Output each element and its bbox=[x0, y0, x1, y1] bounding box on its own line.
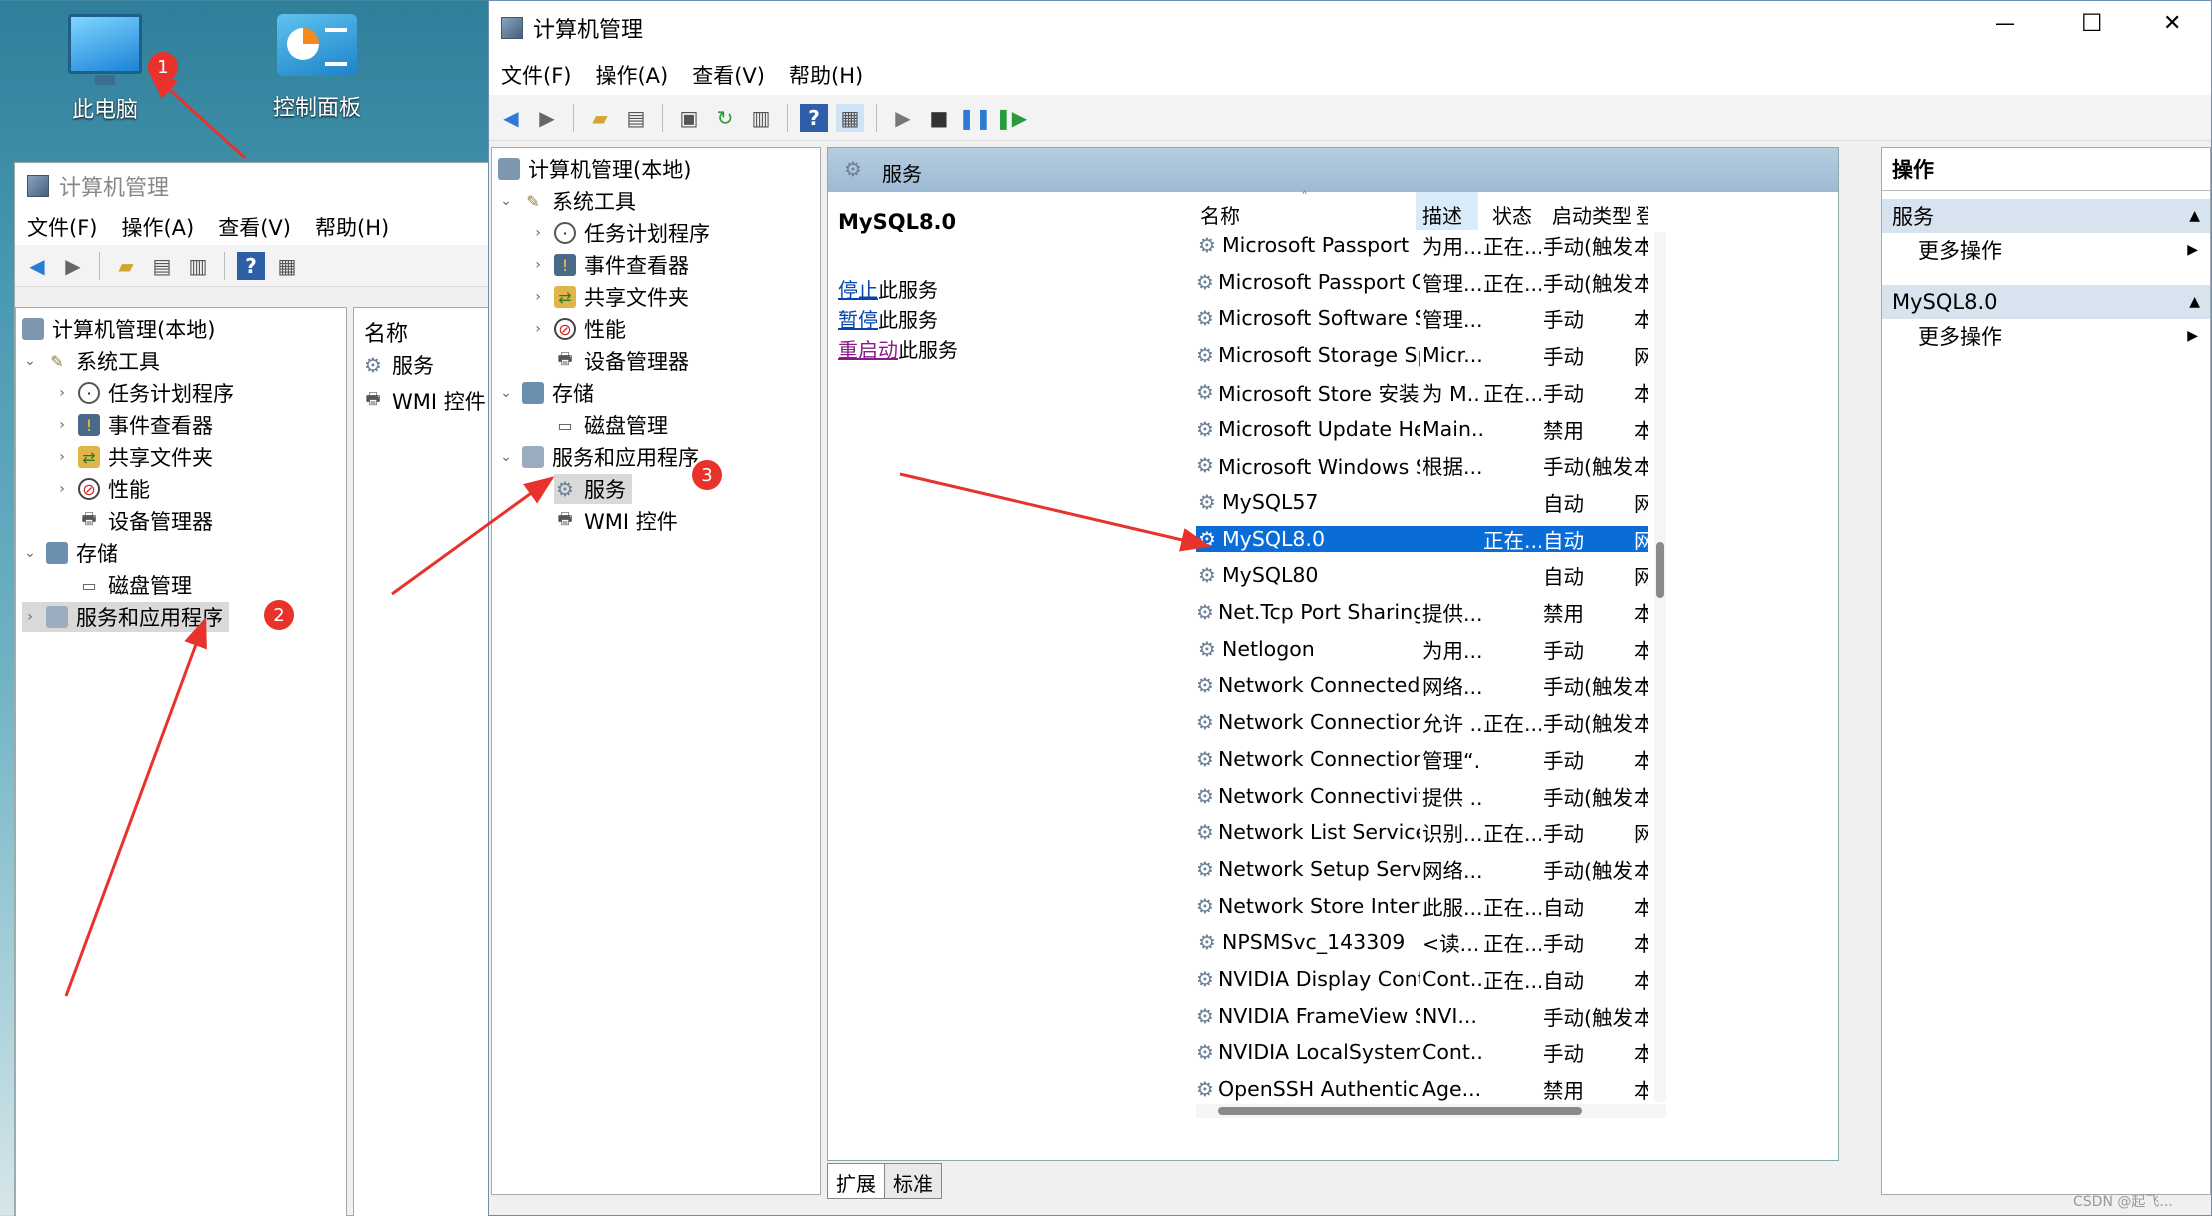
arrow-to-services bbox=[391, 476, 555, 596]
arrow-to-mysql80 bbox=[899, 472, 1211, 552]
arrow-to-services-apps bbox=[64, 617, 207, 997]
annotation-arrows bbox=[64, 69, 1211, 997]
step-badge-2: 2 bbox=[264, 600, 294, 630]
arrow-to-this-pc bbox=[147, 69, 247, 160]
step-badge-1: 1 bbox=[148, 52, 178, 82]
step-badge-3: 3 bbox=[692, 460, 722, 490]
